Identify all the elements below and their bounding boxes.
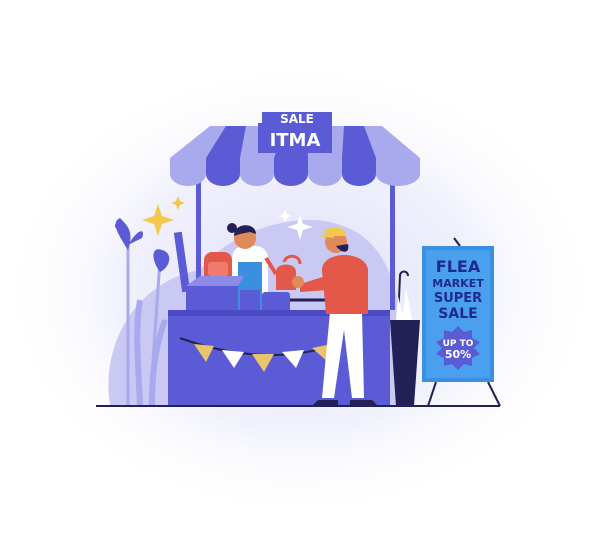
badge-percent: 50% xyxy=(445,348,471,361)
poster-line-flea: FLEA xyxy=(436,257,481,276)
stall-pole-right xyxy=(390,180,395,310)
sale-poster: FLEA MARKET SUPER SALE UP TO 50% xyxy=(422,237,501,407)
flea-market-illustration: SALE ITMA FLEA MARKET SUPER SALE UP TO 5… xyxy=(0,60,600,520)
sign-title: ITMA xyxy=(270,130,321,151)
poster-line-market: MARKET xyxy=(432,277,484,290)
poster-line-sale: SALE xyxy=(438,306,477,322)
poster-line-super: SUPER xyxy=(434,291,482,306)
scene: SALE ITMA FLEA MARKET SUPER SALE UP TO 5… xyxy=(0,0,602,538)
stall-sign: SALE ITMA xyxy=(258,112,332,153)
